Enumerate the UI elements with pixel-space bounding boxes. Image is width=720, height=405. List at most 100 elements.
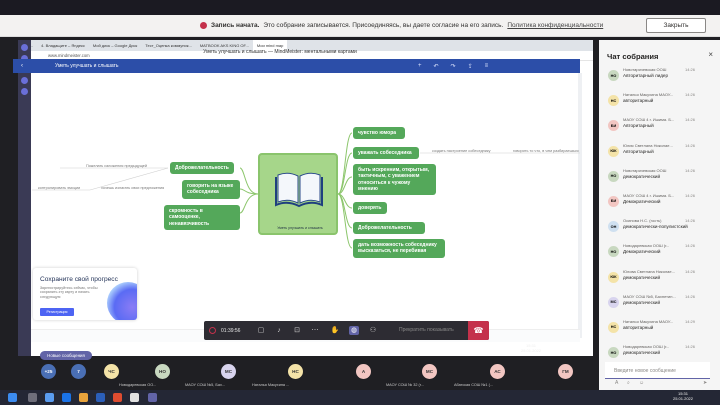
- message-time: 14:26: [685, 142, 696, 148]
- mindmap-node[interactable]: скромность в самооценке, ненавязчивость: [164, 205, 240, 230]
- chat-message[interactable]: НС Наталья Макухина МАОУ... 14:26 авторитар…: [599, 90, 720, 115]
- windows-taskbar: 15:31 25.01.2022: [0, 390, 720, 405]
- participant-name: Наталья Макухина ...: [252, 383, 290, 387]
- avatar: МС: [608, 296, 619, 308]
- chat-message[interactable]: НО Новодаревская ООШ (г... 14:26 Демократич…: [599, 241, 720, 266]
- close-icon[interactable]: ×: [708, 50, 713, 59]
- mindmap-leaf[interactable]: создать настроение собеседнику: [432, 149, 491, 153]
- chat-message[interactable]: БИ МАОУ СОШ 4 г. Ишима. Б... 14:26 Авторита…: [599, 115, 720, 140]
- camera-off-icon[interactable]: ▢: [256, 326, 266, 335]
- mindmap-leaf[interactable]: говорить то что, в чем разбираешься: [513, 149, 579, 153]
- participant-avatar[interactable]: НС: [288, 364, 303, 379]
- message-time: 14:26: [685, 243, 696, 249]
- stop-sharing-button[interactable]: Прекратить показывать: [399, 321, 454, 340]
- message-text: демократический: [623, 299, 661, 305]
- message-sender: МАОУ СОШ №5, Бахнетин...: [623, 293, 676, 299]
- chrome-icon[interactable]: [113, 393, 122, 402]
- avatar: ЮК: [608, 271, 619, 283]
- message-sender: Юлия Светлана Николае...: [623, 142, 673, 148]
- chat-compose-input[interactable]: Введите новое сообщение: [605, 362, 710, 379]
- save-progress-card: Сохраните свой прогресс Зарегистрируйтес…: [33, 268, 137, 320]
- participant-avatar[interactable]: НО: [155, 364, 170, 379]
- chat-message[interactable]: ОН Осипова Н.С. (гость) 14:26 демократическ…: [599, 216, 720, 241]
- chat-message[interactable]: НО Новотаричевская ООШ 14:26 демократически…: [599, 166, 720, 191]
- app-icon[interactable]: [130, 393, 139, 402]
- message-time: 14:26: [685, 344, 696, 350]
- root-node-label: Уметь улучшать и слышать: [277, 226, 323, 230]
- word-icon[interactable]: [96, 393, 105, 402]
- participant-avatar[interactable]: АС: [490, 364, 505, 379]
- browser-icon[interactable]: [62, 393, 71, 402]
- chat-message[interactable]: НО Новотаричевская ООШ 14:26 Авторитарный л…: [599, 65, 720, 90]
- chat-message[interactable]: НС Наталья Макухина МАОУ... 14:29 авторитар…: [599, 317, 720, 342]
- participants-icon[interactable]: ⚇: [368, 326, 378, 335]
- format-icon[interactable]: A: [615, 380, 618, 386]
- participant-avatar[interactable]: МС: [221, 364, 236, 379]
- more-options-icon[interactable]: ⋯: [310, 326, 320, 335]
- chat-message[interactable]: ЮК Юлия Светлана Николае... 14:26 Авторитар…: [599, 141, 720, 166]
- send-icon[interactable]: ➤: [703, 380, 707, 386]
- message-sender: Новотаричевская ООШ: [623, 67, 667, 72]
- message-text: демократически-популистский: [623, 224, 688, 230]
- chat-icon[interactable]: ◍: [349, 326, 359, 335]
- chat-message[interactable]: ЮК Юлова Светлана Николае... 14:26 демократ…: [599, 267, 720, 292]
- participant-avatar[interactable]: ЧС: [104, 364, 119, 379]
- chat-messages: НО Новотаричевская ООШ 14:26 Авторитарный л…: [599, 65, 720, 367]
- message-sender: Осипова Н.С. (гость): [623, 218, 662, 224]
- chat-message[interactable]: БИ МАОУ СОШ 4 г. Ишима. Б... 14:26 Демократ…: [599, 191, 720, 216]
- message-time: 14:26: [685, 192, 696, 198]
- mindmap-node[interactable]: чувство юмора: [353, 127, 405, 140]
- explorer-icon[interactable]: [79, 393, 88, 402]
- raise-hand-icon[interactable]: ✋: [330, 326, 340, 335]
- attach-icon[interactable]: ⌕: [627, 380, 630, 386]
- avatar: НС: [608, 95, 619, 107]
- chat-message[interactable]: МС МАОУ СОШ №5, Бахнетин... 14:26 демократи…: [599, 292, 720, 317]
- search-icon[interactable]: [28, 393, 37, 402]
- mindmap-leaf[interactable]: Пожелать изложения предыдущей: [86, 164, 147, 168]
- participant-avatar[interactable]: А: [356, 364, 371, 379]
- participant-avatar[interactable]: МС: [422, 364, 437, 379]
- message-time: 14:26: [685, 117, 696, 123]
- message-time: 14:26: [685, 67, 696, 72]
- participant-avatar[interactable]: ГМ: [558, 364, 573, 379]
- avatar: НО: [608, 246, 619, 258]
- message-sender: Новодаревская ООШ (г...: [623, 344, 670, 350]
- share-screen-icon[interactable]: ⊡: [292, 326, 302, 335]
- message-text: Авторитарный: [623, 123, 654, 129]
- message-sender: МАОУ СОШ 4 г. Ишима. Б...: [623, 192, 675, 198]
- avatar: НО: [608, 347, 619, 359]
- message-time: 14:26: [685, 167, 696, 173]
- message-text: Авторитарный лидер: [623, 73, 669, 78]
- avatar: НО: [608, 170, 619, 182]
- participant-name: Абатская СОШ №1 (...: [454, 383, 494, 387]
- message-text: демократический: [623, 274, 661, 280]
- mindmap-root-node[interactable]: Уметь улучшать и слышать: [258, 153, 338, 235]
- meeting-controls: 01:39:56 ▢ ♪ ⊡ ⋯ ✋ ◍ ⚇ Прекратить показы…: [204, 321, 489, 340]
- taskview-icon[interactable]: [45, 393, 54, 402]
- mindmap-leaf[interactable]: контролировать эмоции: [38, 186, 80, 190]
- avatar: БИ: [608, 120, 619, 132]
- mindmap-node[interactable]: Доброжелательность: [170, 162, 234, 175]
- emoji-icon[interactable]: ☺: [639, 380, 644, 386]
- participant-name: МАОУ СОШ №5, Бах...: [185, 383, 226, 387]
- participant-avatar[interactable]: 7: [71, 364, 86, 379]
- mic-off-icon[interactable]: ♪: [274, 326, 284, 335]
- mindmap-node[interactable]: дать возможность собеседнику высказаться…: [353, 239, 445, 258]
- new-messages-button[interactable]: Новые сообщения: [40, 351, 92, 360]
- start-icon[interactable]: [8, 393, 17, 402]
- message-text: демократический: [623, 173, 661, 179]
- participant-avatar[interactable]: +25: [41, 364, 56, 379]
- message-sender: МАОУ СОШ 4 г. Ишима. Б...: [623, 117, 675, 123]
- hang-up-icon[interactable]: ☎: [468, 321, 489, 340]
- mindmap-leaf[interactable]: хочешь излагать свои предложения: [101, 186, 164, 190]
- mindmap-node[interactable]: уважать собеседника: [353, 147, 419, 160]
- register-button[interactable]: Регистрация: [40, 308, 74, 316]
- mindmap-node[interactable]: Доброжелательность: [353, 222, 425, 235]
- mindmap-node[interactable]: доверять: [353, 202, 387, 215]
- teams-icon[interactable]: [148, 393, 157, 402]
- chat-panel: Чат собрания × НО Новотаричевская ООШ 14:2…: [599, 40, 720, 390]
- mindmap-node[interactable]: говорить на языке собеседника: [182, 180, 240, 199]
- mindmap-node[interactable]: быть искренним, открытым, тактичным, с у…: [353, 164, 436, 195]
- message-time: 14:26: [685, 92, 696, 98]
- meeting-timer: 01:39:56: [221, 327, 241, 334]
